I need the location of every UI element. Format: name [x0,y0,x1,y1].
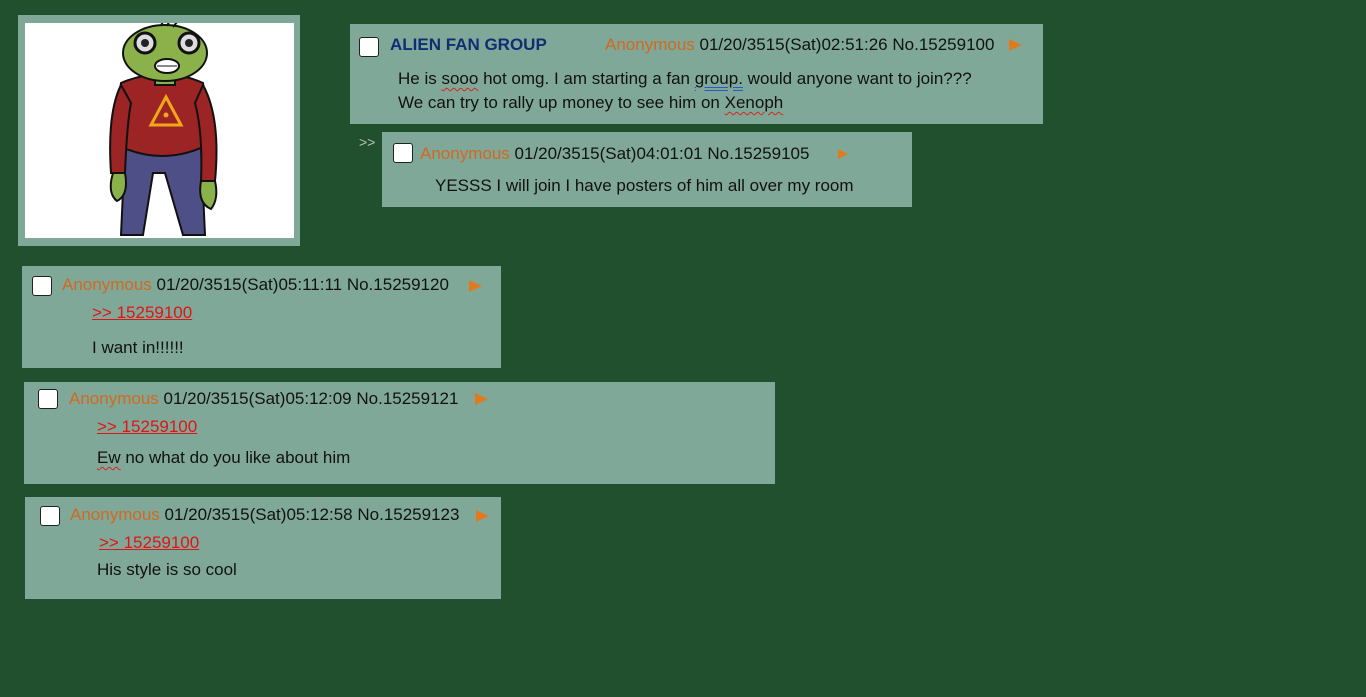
reply2-poster-name: Anonymous [62,275,152,294]
reply4-message: His style is so cool [97,560,237,579]
alien-figure-illustration [109,19,218,236]
reply2-header: Anonymous 01/20/3515(Sat)05:11:11 No.152… [62,275,449,295]
reply3-datetime: 01/20/3515(Sat)05:12:09 [163,389,352,408]
reply4-datetime: 01/20/3515(Sat)05:12:58 [164,505,353,524]
reply1-datetime: 01/20/3515(Sat)04:01:01 [514,144,703,163]
reply3-checkbox[interactable] [38,389,58,409]
reply1-checkbox[interactable] [393,143,413,163]
reply1-message: YESSS I will join I have posters of him … [435,176,854,195]
op-msg2-xenoph: Xenoph [724,93,784,112]
reply2-datetime: 01/20/3515(Sat)05:11:11 [156,275,343,294]
reply1-menu-arrow-icon[interactable] [838,149,848,159]
reply2-checkbox[interactable] [32,276,52,296]
reply4-post-number[interactable]: No.15259123 [357,505,459,524]
reply4-quote-link[interactable]: >> 15259100 [99,533,199,553]
op-msg2-prefix: We can try to rally up money to see him … [398,93,725,112]
op-subject: ALIEN FAN GROUP [390,35,547,54]
reply4-menu-arrow-icon[interactable] [476,510,489,522]
op-message-line1: He is sooo hot omg. I am starting a fan … [398,69,972,89]
reply3-message: Ew no what do you like about him [97,448,350,468]
reply3-post: Anonymous 01/20/3515(Sat)05:12:09 No.152… [24,382,775,484]
reply3-msg-rest: no what do you like about him [120,448,351,467]
op-post: ALIEN FAN GROUP Anonymous 01/20/3515(Sat… [350,24,1043,124]
reply3-header: Anonymous 01/20/3515(Sat)05:12:09 No.152… [69,389,458,409]
op-checkbox[interactable] [359,37,379,57]
reply1-quote-marker: >> [359,134,376,150]
reply1-post-number[interactable]: No.15259105 [707,144,809,163]
op-msg-suffix: would anyone want to join??? [742,69,972,88]
op-msg-sooo: sooo [441,69,479,88]
reply1-post: Anonymous 01/20/3515(Sat)04:01:01 No.152… [382,132,912,207]
reply2-message: I want in!!!!!! [92,338,184,357]
op-image[interactable] [25,19,294,238]
op-msg-mid: hot omg. I am starting a fan [478,69,695,88]
op-datetime: 01/20/3515(Sat)02:51:26 [699,35,888,54]
reply4-header: Anonymous 01/20/3515(Sat)05:12:58 No.152… [70,505,459,525]
reply3-quote-link[interactable]: >> 15259100 [97,417,197,437]
op-msg-group: group. [694,69,743,88]
op-image-frame [18,15,300,246]
op-post-number[interactable]: No.15259100 [892,35,994,54]
op-header: Anonymous 01/20/3515(Sat)02:51:26 No.152… [605,35,994,55]
reply1-header: Anonymous 01/20/3515(Sat)04:01:01 No.152… [420,144,809,164]
op-message-line2: We can try to rally up money to see him … [398,93,783,113]
reply4-poster-name: Anonymous [70,505,160,524]
op-menu-arrow-icon[interactable] [1009,39,1022,51]
reply3-menu-arrow-icon[interactable] [475,393,488,405]
op-msg-prefix: He is [398,69,442,88]
reply4-post: Anonymous 01/20/3515(Sat)05:12:58 No.152… [25,497,501,599]
reply1-poster-name: Anonymous [420,144,510,163]
op-poster-name: Anonymous [605,35,695,54]
reply3-poster-name: Anonymous [69,389,159,408]
reply4-checkbox[interactable] [40,506,60,526]
reply2-quote-link[interactable]: >> 15259100 [92,303,192,323]
reply2-menu-arrow-icon[interactable] [469,280,482,292]
reply2-post: Anonymous 01/20/3515(Sat)05:11:11 No.152… [22,266,501,368]
reply3-msg-ew: Ew [97,448,121,467]
reply2-post-number[interactable]: No.15259120 [347,275,449,294]
reply3-post-number[interactable]: No.15259121 [356,389,458,408]
